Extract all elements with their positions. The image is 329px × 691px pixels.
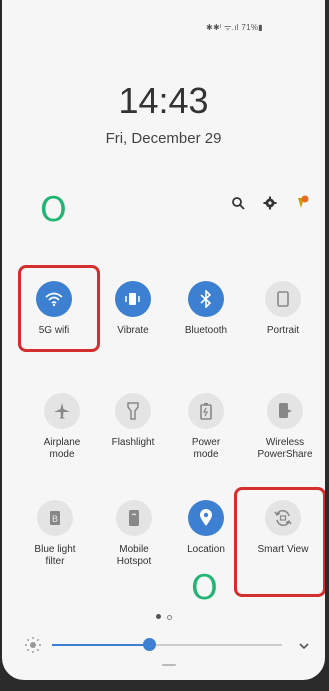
- page-indicator: [2, 614, 325, 620]
- notification-icon[interactable]: [294, 195, 310, 211]
- tile-label: Wireless PowerShare: [257, 437, 313, 460]
- page-dot[interactable]: [166, 615, 172, 620]
- top-actions: [230, 195, 310, 211]
- brightness-fill: [52, 644, 149, 646]
- page-dot-active[interactable]: [155, 614, 161, 619]
- tile-label: Power mode: [191, 437, 221, 460]
- clock-date: Fri, December 29: [105, 130, 222, 147]
- tile-label: Bluetooth: [184, 325, 228, 336]
- tile-label: Location: [187, 544, 225, 555]
- search-icon[interactable]: [230, 195, 246, 211]
- status-bar: ✱✱ᴵ ᯤ.ıl 71%▮: [205, 23, 263, 32]
- brightness-control: [24, 635, 314, 655]
- powershare-icon: [267, 393, 303, 429]
- tile-mobile-hotspot[interactable]: Mobile Hotspot: [99, 500, 169, 568]
- clock-time: 14:43: [118, 80, 209, 121]
- hotspot-icon: [116, 500, 152, 536]
- svg-text:B: B: [52, 515, 58, 525]
- tile-label: Vibrate: [117, 325, 149, 336]
- highlight-box: [234, 487, 325, 597]
- gear-icon[interactable]: [262, 195, 278, 211]
- tile-bluetooth[interactable]: Bluetooth: [171, 281, 241, 337]
- annotation-mark: O: [191, 568, 218, 608]
- brightness-thumb[interactable]: [142, 638, 156, 651]
- bluetooth-icon: [188, 281, 224, 317]
- vibrate-icon: [115, 281, 151, 317]
- brightness-slider[interactable]: [52, 638, 282, 651]
- tile-label: Blue light filter: [34, 544, 76, 567]
- flashlight-icon: [115, 393, 151, 429]
- tile-flashlight[interactable]: Flashlight: [98, 393, 168, 449]
- chevron-down-icon[interactable]: [298, 638, 310, 656]
- location-icon: [188, 500, 224, 536]
- tile-label: Mobile Hotspot: [116, 544, 152, 567]
- tile-blue-light-filter[interactable]: B Blue light filter: [20, 500, 90, 568]
- tile-wireless-powershare[interactable]: Wireless PowerShare: [250, 393, 320, 461]
- highlight-box: [18, 265, 100, 352]
- tile-label: Portrait: [266, 325, 300, 336]
- tile-vibrate[interactable]: Vibrate: [98, 281, 168, 337]
- quick-panel: ✱✱ᴵ ᯤ.ıl 71%▮ 14:43 Fri, December 29 O O…: [2, 0, 325, 680]
- tile-label: Airplane mode: [43, 437, 81, 460]
- blue-light-icon: B: [37, 500, 73, 536]
- tile-airplane[interactable]: Airplane mode: [27, 393, 97, 461]
- annotation-mark: O: [40, 190, 67, 230]
- airplane-icon: [44, 393, 80, 429]
- tile-portrait[interactable]: Portrait: [248, 281, 318, 337]
- tile-location[interactable]: Location: [171, 500, 241, 556]
- battery-icon: [188, 393, 224, 429]
- portrait-icon: [265, 281, 301, 317]
- panel-handle[interactable]: [162, 664, 176, 666]
- tile-label: Flashlight: [111, 437, 155, 448]
- sun-icon: [24, 636, 42, 659]
- tile-power-mode[interactable]: Power mode: [171, 393, 241, 461]
